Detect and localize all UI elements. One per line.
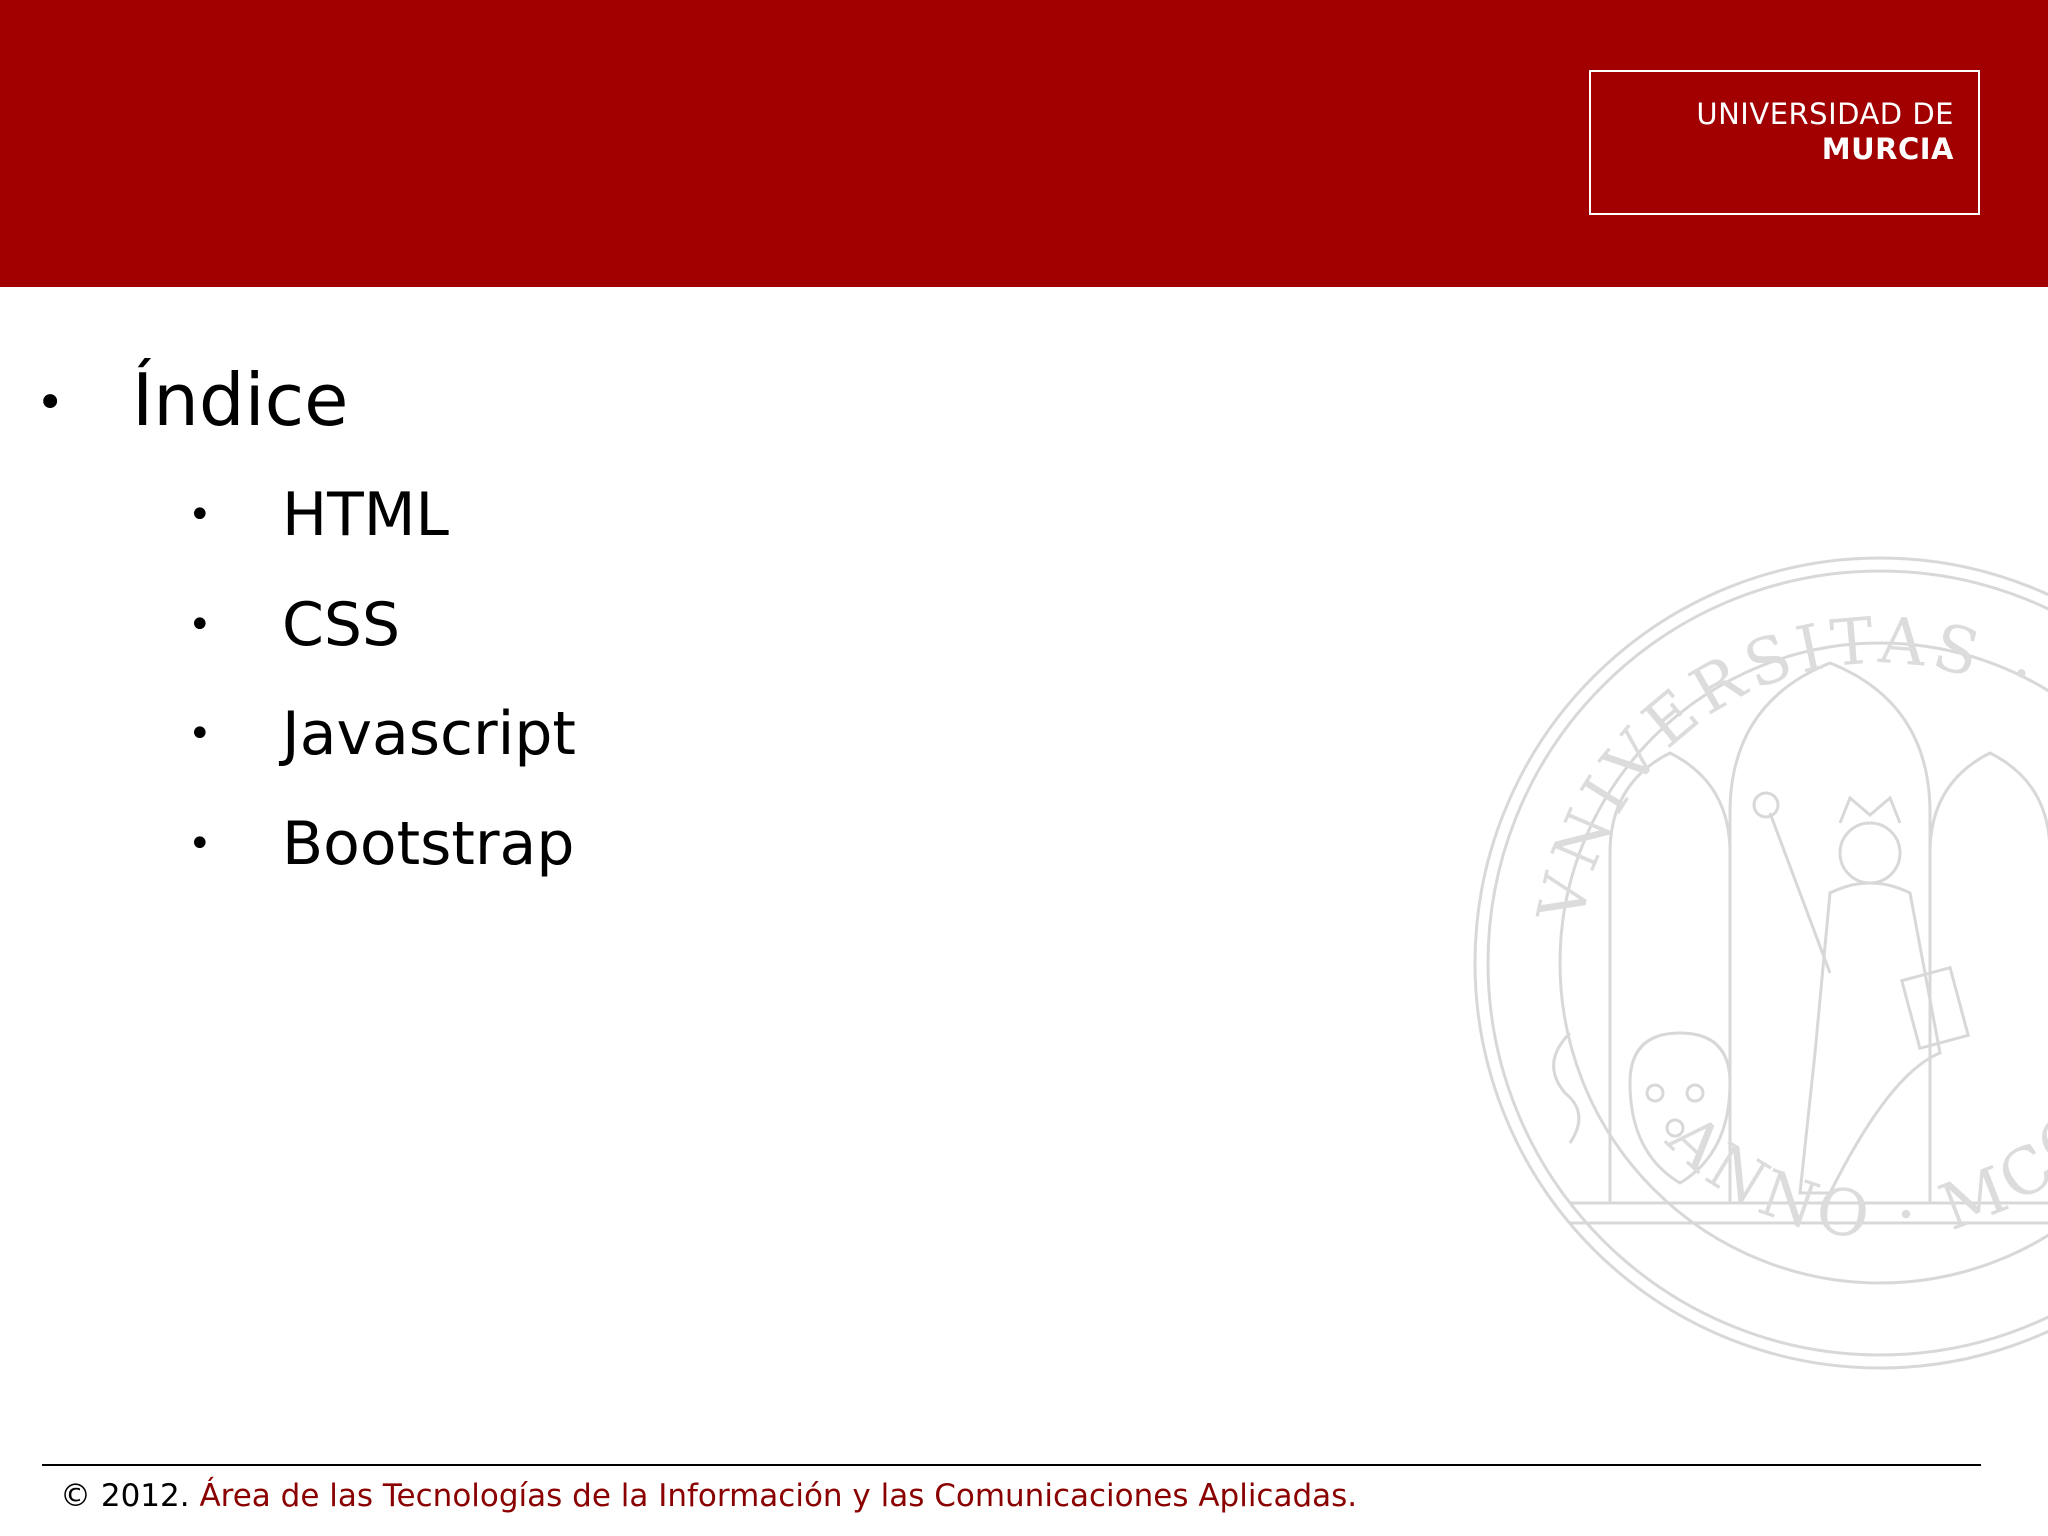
list-item: • HTML [0, 477, 900, 557]
footer-organization: Área de las Tecnologías de la Informació… [199, 1478, 1358, 1514]
footer-divider [42, 1464, 1981, 1466]
bullet-marker: • [188, 711, 212, 757]
svg-text:ANNO · MCCLXX: ANNO · MCCLXX [1652, 983, 2048, 1254]
list-item-label: Javascript [282, 699, 576, 769]
list-item: • Javascript [0, 696, 900, 776]
bullet-marker: • [188, 821, 212, 867]
svg-text:VNIVERSITAS · STVDIORVM: VNIVERSITAS · STVDIORVM [1470, 553, 2048, 970]
university-logo[interactable]: UNIVERSIDAD DE MURCIA [1589, 70, 1980, 215]
slide-title: Índice [132, 358, 349, 442]
logo-line-1: UNIVERSIDAD DE [1696, 97, 1954, 131]
footer-copyright: © 2012. [60, 1478, 190, 1514]
slide-title-row: • Índice [0, 355, 800, 455]
footer: © 2012. Área de las Tecnologías de la In… [60, 1476, 1357, 1516]
logo-line-2: MURCIA [1821, 132, 1954, 166]
list-item-label: Bootstrap [282, 809, 575, 879]
list-item-label: CSS [282, 590, 401, 660]
list-item: • Bootstrap [0, 806, 900, 886]
university-seal-icon: VNIVERSITAS · STVDIORVM ANNO · MCCLXX [1470, 553, 2048, 1373]
bullet-marker: • [188, 492, 212, 538]
list-item: • CSS [0, 587, 900, 667]
bullet-marker: • [36, 375, 65, 431]
seal-bottom-text: ANNO · MCCLXX [1652, 983, 2048, 1254]
seal-top-text: VNIVERSITAS · STVDIORVM [1470, 553, 2048, 970]
list-item-label: HTML [282, 480, 449, 550]
header-band: UNIVERSIDAD DE MURCIA [0, 0, 2048, 287]
bullet-marker: • [188, 602, 212, 648]
